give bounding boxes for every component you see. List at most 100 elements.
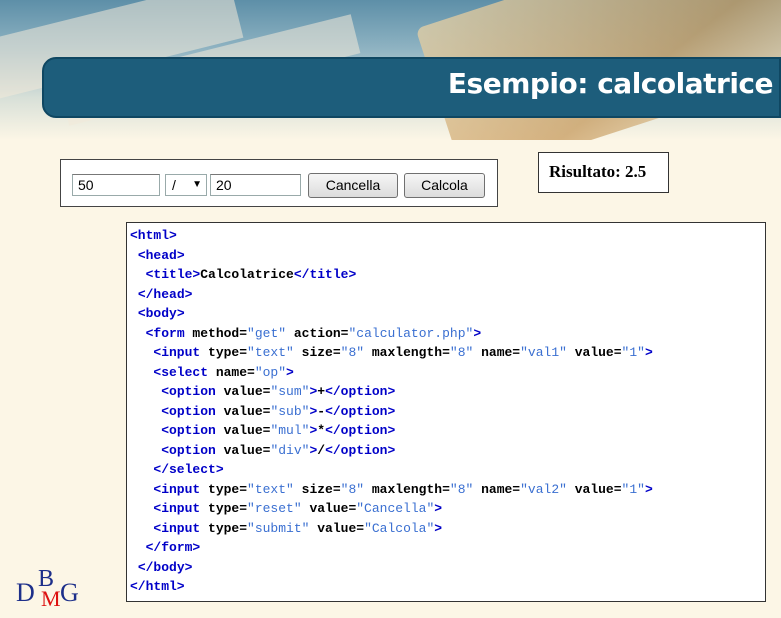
code-token: </option> (325, 423, 396, 438)
code-token: action= (286, 325, 349, 341)
code-token: "8" (340, 481, 365, 497)
code-token: <option (161, 423, 216, 438)
code-token: <input (153, 345, 201, 360)
code-token: </body> (137, 559, 193, 575)
code-token: "1" (621, 481, 645, 497)
code-token: </head> (137, 286, 193, 302)
code-token: "div" (270, 442, 310, 458)
code-token: "val2" (520, 481, 567, 497)
code-token: > (644, 481, 653, 497)
logo-letter-d: D (16, 578, 35, 607)
code-token: - (317, 403, 326, 419)
code-token: / (317, 442, 326, 458)
code-token: name= (473, 345, 521, 360)
code-token: value= (215, 423, 271, 438)
result-box: Risultato: 2.5 (538, 152, 669, 193)
code-line: <head> (130, 246, 765, 266)
code-line: <option value="sum">+</option> (130, 382, 765, 402)
code-token: > (473, 325, 482, 341)
code-token: value= (309, 520, 365, 536)
code-token: value= (566, 481, 622, 497)
code-token: > (286, 364, 294, 380)
code-token: value= (301, 501, 357, 516)
code-line: <input type="reset" value="Cancella"> (130, 499, 765, 519)
chevron-down-icon: ▼ (192, 179, 202, 190)
code-token: "8" (449, 345, 474, 360)
code-token: "get" (247, 325, 287, 341)
code-token: value= (566, 345, 622, 360)
code-token: </form> (145, 540, 201, 555)
code-line: <input type="text" size="8" maxlength="8… (130, 480, 765, 500)
code-token: </html> (130, 579, 185, 594)
code-token: type= (200, 501, 248, 516)
submit-button[interactable]: Calcola (404, 173, 485, 198)
code-token: <option (161, 442, 216, 458)
code-token: value= (215, 384, 271, 399)
code-listing: <html> <head> <title>Calcolatrice</title… (126, 222, 766, 602)
code-line: </form> (130, 538, 765, 558)
code-token: > (434, 520, 443, 536)
code-token: <input (153, 501, 201, 516)
code-token: </option> (325, 384, 396, 399)
code-token: Calcolatrice (200, 267, 294, 282)
code-token: "val1" (520, 345, 567, 360)
dbmg-logo: D B M G (16, 566, 88, 611)
code-token: "Calcola" (364, 520, 435, 536)
code-token: <option (161, 384, 216, 399)
code-token: maxlength= (364, 345, 450, 360)
code-token: name= (208, 364, 255, 380)
code-token: size= (293, 481, 341, 497)
code-token: * (317, 423, 326, 438)
operator-select[interactable]: / ▼ (165, 174, 207, 196)
code-line: <option value="div">/</option> (130, 441, 765, 461)
code-token: <title> (145, 267, 201, 282)
code-token: > (644, 345, 653, 360)
code-line: <select name="op"> (130, 363, 765, 383)
code-line: <title>Calcolatrice</title> (130, 265, 765, 285)
code-token: maxlength= (364, 481, 450, 497)
code-line: <form method="get" action="calculator.ph… (130, 324, 765, 344)
code-token: name= (473, 481, 521, 497)
code-token: "calculator.php" (348, 325, 474, 341)
code-line: <html> (130, 226, 765, 246)
val2-input[interactable] (210, 174, 301, 196)
code-line: </html> (130, 577, 765, 597)
code-token: "sub" (270, 403, 310, 419)
code-token: "1" (621, 345, 645, 360)
code-line: <input type="submit" value="Calcola"> (130, 519, 765, 539)
code-token: </select> (153, 462, 224, 477)
code-token: "Cancella" (356, 501, 435, 516)
code-token: "op" (254, 364, 287, 380)
code-line: </body> (130, 558, 765, 578)
code-token: type= (200, 345, 248, 360)
reset-button[interactable]: Cancella (308, 173, 398, 198)
logo-letter-m: M (41, 586, 61, 611)
code-token: </option> (325, 403, 396, 419)
code-token: "sum" (270, 384, 310, 399)
result-text: Risultato: 2.5 (549, 162, 647, 181)
code-line: <input type="text" size="8" maxlength="8… (130, 343, 765, 363)
code-line: </head> (130, 285, 765, 305)
operator-value: / (172, 177, 176, 193)
code-token: type= (200, 481, 248, 497)
code-token: + (317, 384, 326, 399)
code-token: <input (153, 520, 201, 536)
code-token: size= (293, 345, 341, 360)
code-token: <option (161, 403, 216, 419)
calculator-form: / ▼ Cancella Calcola (60, 159, 498, 207)
title-bar: Esempio: calcolatrice (42, 57, 781, 118)
code-token: <html> (130, 228, 177, 243)
code-token: "text" (247, 481, 294, 497)
code-token: method= (184, 325, 248, 341)
code-token: > (434, 501, 443, 516)
code-token: value= (215, 403, 271, 419)
code-token: </option> (325, 442, 396, 458)
code-token: "reset" (247, 501, 302, 516)
code-token: value= (215, 442, 271, 458)
code-line: <option value="sub">-</option> (130, 402, 765, 422)
logo-letter-g: G (60, 578, 79, 607)
val1-input[interactable] (72, 174, 160, 196)
code-line: </select> (130, 460, 765, 480)
code-token: "submit" (247, 520, 310, 536)
code-token: <form (145, 325, 185, 341)
